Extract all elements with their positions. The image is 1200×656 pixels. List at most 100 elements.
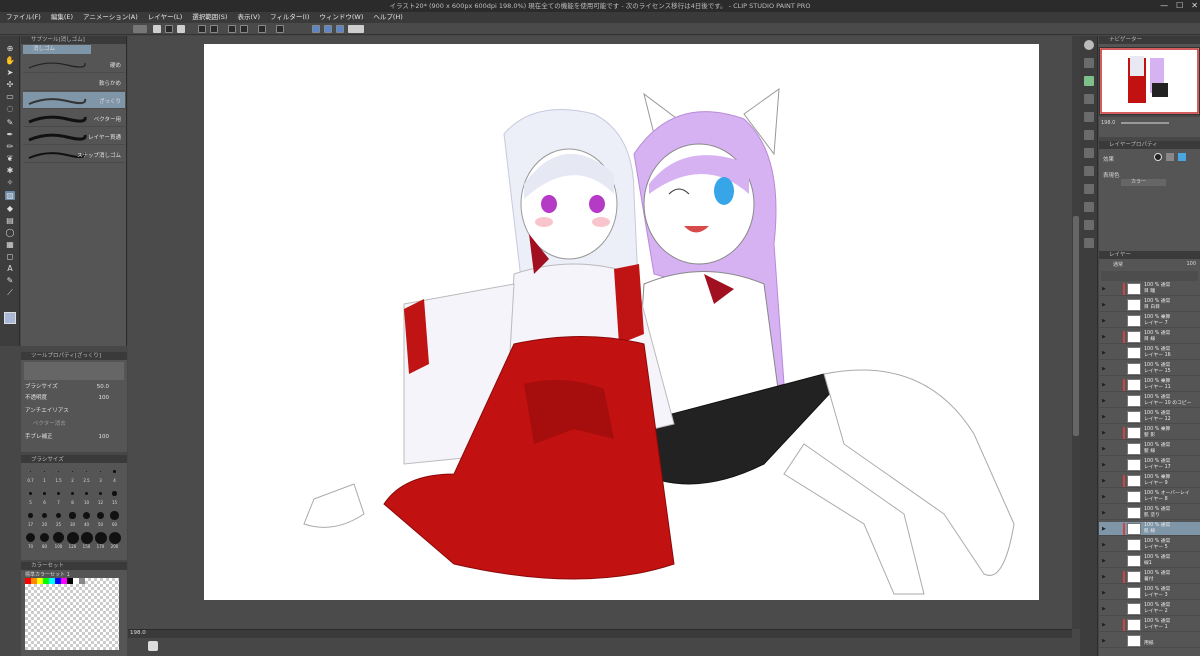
correction-icon[interactable]: ⟋ — [5, 288, 15, 297]
eye-icon[interactable]: ▶ — [1102, 606, 1106, 612]
opacity-row[interactable]: 不透明度 100 — [25, 393, 123, 403]
menu-edit[interactable]: 編集(E) — [51, 12, 73, 23]
brush-size-cell[interactable]: 200 — [108, 531, 121, 549]
antialias-row[interactable]: アンチエイリアス — [25, 406, 123, 416]
brush-row[interactable]: ベクター用 — [23, 110, 125, 127]
selection-icon[interactable]: ▭ — [5, 92, 15, 101]
menu-layer[interactable]: レイヤー(L) — [148, 12, 183, 23]
eye-icon[interactable]: ▶ — [1102, 334, 1106, 340]
eraser-icon[interactable]: ▨ — [5, 191, 15, 200]
layer-opacity[interactable]: 100 — [1186, 261, 1196, 267]
tool-icon[interactable] — [1084, 202, 1094, 212]
brush-size-cell[interactable]: 0.7 — [24, 465, 37, 483]
deselect-icon[interactable] — [258, 25, 266, 33]
menu-filter[interactable]: フィルター(I) — [270, 12, 309, 23]
effect-border-icon[interactable] — [1154, 153, 1162, 161]
eye-icon[interactable]: ▶ — [1102, 430, 1106, 436]
layer-row[interactable]: ▶ 100 % 通常 レイヤー 2 — [1099, 602, 1200, 616]
new-file-icon[interactable] — [153, 25, 161, 33]
clip-studio-icon[interactable] — [133, 25, 147, 33]
brush-size-cell[interactable]: 2.5 — [80, 465, 93, 483]
effect-color-icon[interactable] — [1178, 153, 1186, 161]
brush-row[interactable]: 硬め — [23, 56, 125, 73]
brush-size-cell[interactable]: 10 — [80, 487, 93, 505]
layer-row[interactable]: ▶ 100 % 通常肌 塗り — [1099, 506, 1200, 520]
balloon-icon[interactable]: ✎ — [5, 276, 15, 285]
brush-size-cell[interactable]: 6 — [38, 487, 51, 505]
redo-icon[interactable] — [210, 25, 218, 33]
brush-size-row[interactable]: ブラシサイズ 50.0 — [25, 382, 123, 392]
zoom-circle-icon[interactable] — [1084, 40, 1094, 50]
layer-row[interactable]: ▶ 100 % 通常 レイヤー 5 — [1099, 538, 1200, 552]
canvas[interactable] — [204, 44, 1039, 600]
open-icon[interactable] — [165, 25, 173, 33]
brush-size-cell[interactable]: 120 — [66, 531, 79, 549]
tool-icon[interactable] — [1084, 94, 1094, 104]
menu-view[interactable]: 表示(V) — [237, 12, 260, 23]
navigator-zoom-slider[interactable] — [1121, 122, 1169, 124]
brush-size-cell[interactable]: 12 — [94, 487, 107, 505]
menu-window[interactable]: ウィンドウ(W) — [319, 12, 363, 23]
color-swatch[interactable] — [79, 578, 85, 584]
tool-icon[interactable] — [1084, 58, 1094, 68]
brush-size-cell[interactable]: 4 — [108, 465, 121, 483]
layer-row[interactable]: ▶ 100 % 通常 レイヤー 1 — [1099, 618, 1200, 632]
pen-icon[interactable]: ✒ — [5, 130, 15, 139]
layer-row[interactable]: ▶ 100 % 通常 レイヤー 10 のコピー — [1099, 394, 1200, 408]
eye-icon[interactable]: ▶ — [1102, 622, 1106, 628]
brush-size-cell[interactable]: 70 — [24, 531, 37, 549]
snap-special-ruler-icon[interactable] — [324, 25, 332, 33]
brush-size-cell[interactable]: 170 — [94, 531, 107, 549]
brush-size-cell[interactable]: 50 — [94, 509, 107, 527]
brush-size-cell[interactable]: 2 — [66, 465, 79, 483]
text-icon[interactable]: A — [5, 264, 15, 273]
scan-icon[interactable] — [348, 25, 364, 33]
menu-help[interactable]: ヘルプ(H) — [373, 12, 402, 23]
color-mode-dropdown[interactable]: カラー — [1121, 179, 1166, 186]
eye-icon[interactable]: ▶ — [1102, 462, 1106, 468]
layer-row[interactable]: ▶ 100 % 通常 線1 — [1099, 554, 1200, 568]
eye-icon[interactable]: ▶ — [1102, 494, 1106, 500]
brush-size-cell[interactable]: 25 — [52, 509, 65, 527]
layer-row[interactable]: ▶ 100 % 乗算 レイヤー 9 — [1099, 474, 1200, 488]
layer-row[interactable]: ▶ 100 % 通常肌 線 — [1099, 522, 1200, 536]
menu-animation[interactable]: アニメーション(A) — [83, 12, 138, 23]
menu-file[interactable]: ファイル(F) — [6, 12, 41, 23]
tool-icon[interactable] — [1084, 166, 1094, 176]
fill-icon[interactable]: ◆ — [5, 204, 15, 213]
crop-icon[interactable] — [276, 25, 284, 33]
layer-row[interactable]: ▶ 100 % 通常 レイヤー 15 — [1099, 362, 1200, 376]
brush-size-cell[interactable]: 100 — [52, 531, 65, 549]
eye-icon[interactable]: ▶ — [1102, 526, 1106, 532]
brush-size-cell[interactable]: 30 — [66, 509, 79, 527]
tool-icon[interactable] — [1084, 148, 1094, 158]
eye-icon[interactable]: ▶ — [1102, 302, 1106, 308]
vector-erase-row[interactable]: ベクター消去 — [25, 419, 123, 429]
brush-size-cell[interactable]: 1.5 — [52, 465, 65, 483]
brush-size-cell[interactable]: 150 — [80, 531, 93, 549]
brush-row[interactable]: ざっくり — [23, 92, 125, 109]
brush-size-cell[interactable]: 8 — [66, 487, 79, 505]
maximize-icon[interactable]: ☐ — [1176, 0, 1183, 12]
hand-icon[interactable]: ✋ — [5, 56, 15, 65]
eye-icon[interactable]: ▶ — [1102, 478, 1106, 484]
vertical-scrollbar[interactable] — [1072, 36, 1080, 629]
save-icon[interactable] — [177, 25, 185, 33]
brush-size-cell[interactable]: 40 — [80, 509, 93, 527]
layer-row[interactable]: ▶ 100 % 乗算髪 影 — [1099, 426, 1200, 440]
stabilization-row[interactable]: 手ブレ補正 100 — [25, 432, 123, 442]
eye-icon[interactable]: ▶ — [1102, 366, 1106, 372]
menu-selection[interactable]: 選択範囲(S) — [192, 12, 227, 23]
tool-icon[interactable] — [1084, 76, 1094, 86]
brush-size-cell[interactable]: 3 — [94, 465, 107, 483]
layer-row[interactable]: ▶ 100 % 通常目 線 — [1099, 330, 1200, 344]
tool-icon[interactable] — [1084, 130, 1094, 140]
canvas-zoom-value[interactable]: 198.0 — [130, 629, 146, 638]
figure-icon[interactable]: ◯ — [5, 228, 15, 237]
eye-icon[interactable]: ▶ — [1102, 318, 1106, 324]
layer-row[interactable]: ▶ 100 % 通常髪 線 — [1099, 442, 1200, 456]
eye-icon[interactable]: ▶ — [1102, 574, 1106, 580]
undo-icon[interactable] — [198, 25, 206, 33]
layer-row[interactable]: ▶ 100 % オーバーレイ レイヤー 8 — [1099, 490, 1200, 504]
brush-row[interactable]: レイヤー貫通 — [23, 128, 125, 145]
